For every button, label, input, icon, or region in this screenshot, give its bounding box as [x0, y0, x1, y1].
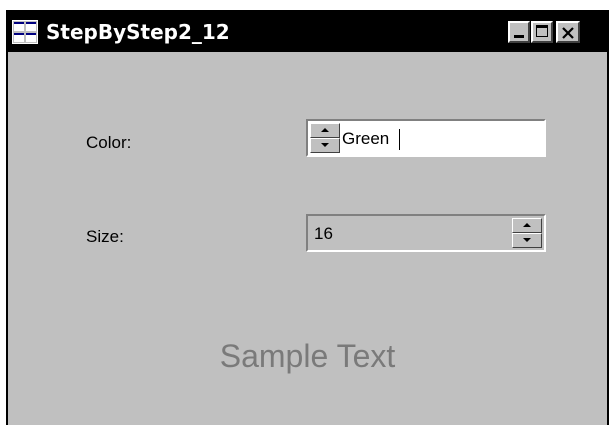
size-spin-buttons: [512, 218, 542, 248]
text-caret: [399, 129, 400, 150]
color-spin-down-button[interactable]: [310, 138, 340, 153]
sample-text-label: Sample Text: [219, 338, 396, 374]
maximize-button[interactable]: [531, 21, 553, 43]
minimize-icon: [514, 35, 524, 38]
size-label: Size:: [86, 227, 124, 246]
close-icon: [562, 27, 574, 39]
close-button[interactable]: [556, 21, 580, 43]
window-title: StepByStep2_12: [46, 20, 230, 44]
arrow-down-icon: [321, 143, 329, 147]
color-spin-up-button[interactable]: [310, 123, 340, 138]
size-input[interactable]: 16: [314, 224, 333, 244]
color-domain-updown[interactable]: Green: [306, 119, 546, 157]
arrow-up-icon: [321, 128, 329, 132]
color-spin-buttons: [310, 123, 340, 153]
color-input[interactable]: Green: [342, 129, 389, 149]
color-label: Color:: [86, 133, 132, 152]
title-bar[interactable]: StepByStep2_12: [8, 12, 607, 52]
minimize-button[interactable]: [508, 21, 530, 43]
app-window: StepByStep2_12 Color: Green Size: 16 Sam…: [6, 10, 609, 425]
maximize-icon: [536, 25, 548, 37]
size-numeric-updown[interactable]: 16: [306, 214, 546, 252]
arrow-down-icon: [523, 238, 531, 242]
size-spin-down-button[interactable]: [512, 233, 542, 248]
size-spin-up-button[interactable]: [512, 218, 542, 233]
app-window-icon[interactable]: [12, 20, 38, 44]
arrow-up-icon: [523, 223, 531, 227]
